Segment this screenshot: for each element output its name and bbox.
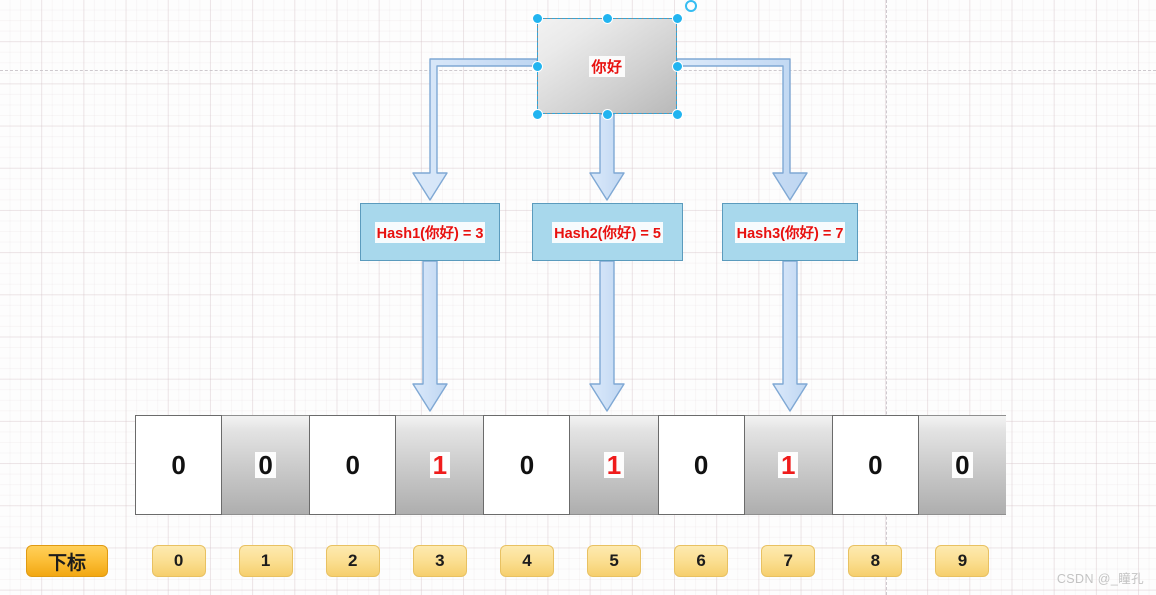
hash-box-1[interactable]: Hash1(你好) = 3 [360, 203, 500, 261]
bit-cell-0[interactable]: 0 [135, 415, 223, 515]
input-value-shape[interactable]: 你好 [537, 18, 677, 114]
resize-handle-n[interactable] [601, 12, 613, 24]
bit-cell-3-value: 1 [429, 452, 451, 478]
bit-cell-5[interactable]: 1 [570, 415, 658, 515]
hash-box-2-label: Hash2(你好) = 5 [552, 221, 663, 243]
bit-cell-6-value: 0 [693, 450, 709, 480]
index-badge-8: 8 [848, 545, 903, 577]
bit-cell-0-value: 0 [171, 450, 186, 480]
arrow-hash1-to-cell3 [412, 260, 448, 412]
index-badge-9: 9 [935, 545, 990, 577]
resize-handle-sw[interactable] [531, 108, 543, 120]
arrow-hash2-to-cell5 [589, 260, 625, 412]
hash-box-3[interactable]: Hash3(你好) = 7 [722, 203, 858, 261]
index-badge-5: 5 [587, 545, 642, 577]
watermark: CSDN @_瞳孔 [1056, 572, 1144, 586]
bit-array: 0 0 0 1 0 1 0 1 0 0 [135, 415, 1006, 515]
index-badge-1: 1 [238, 545, 293, 577]
resize-handle-w[interactable] [531, 60, 543, 72]
bit-cell-7-value: 1 [777, 452, 799, 478]
resize-handle-nw[interactable] [531, 12, 543, 24]
index-badge-4: 4 [499, 545, 554, 577]
bit-cell-9-value: 0 [952, 452, 973, 478]
index-badge-2: 2 [325, 545, 380, 577]
rotate-handle-icon[interactable] [685, 0, 697, 12]
index-badge-0: 0 [151, 545, 206, 577]
index-badge-3: 3 [412, 545, 467, 577]
bit-cell-1-value: 0 [255, 452, 276, 478]
index-badge-7: 7 [761, 545, 816, 577]
resize-handle-ne[interactable] [671, 12, 683, 24]
bit-cell-7[interactable]: 1 [744, 415, 832, 515]
arrow-hash3-to-cell7 [772, 260, 808, 412]
bit-cell-2[interactable]: 0 [309, 415, 397, 515]
index-badge-6: 6 [674, 545, 729, 577]
arrow-main-to-hash3 [676, 58, 808, 201]
bit-cell-1[interactable]: 0 [222, 415, 310, 515]
diagram-canvas[interactable]: 你好 Hash1(你好) = 3 Hash2(你好) = 5 Hash3(你好)… [0, 0, 1156, 595]
arrow-main-to-hash2 [589, 113, 625, 201]
resize-handle-e[interactable] [671, 60, 683, 72]
hash-box-1-label: Hash1(你好) = 3 [374, 221, 486, 243]
bit-cell-5-value: 1 [603, 452, 625, 478]
bit-cell-3[interactable]: 1 [396, 415, 484, 515]
index-row: 下标 01234 56789 [0, 545, 1156, 579]
hash-box-3-label: Hash3(你好) = 7 [734, 221, 846, 243]
bit-cell-6[interactable]: 0 [657, 415, 745, 515]
resize-handle-se[interactable] [671, 108, 683, 120]
bit-cell-4-value: 0 [519, 450, 535, 480]
bit-cell-2-value: 0 [345, 450, 360, 480]
bit-cell-8-value: 0 [868, 450, 883, 480]
arrow-main-to-hash1 [412, 58, 538, 201]
bit-cell-4[interactable]: 0 [483, 415, 571, 515]
bit-cell-9[interactable]: 0 [918, 415, 1006, 515]
bit-cell-8[interactable]: 0 [831, 415, 919, 515]
hash-box-2[interactable]: Hash2(你好) = 5 [532, 203, 683, 261]
resize-handle-s[interactable] [601, 108, 613, 120]
input-value-label: 你好 [589, 55, 625, 77]
index-row-title: 下标 [26, 545, 108, 577]
